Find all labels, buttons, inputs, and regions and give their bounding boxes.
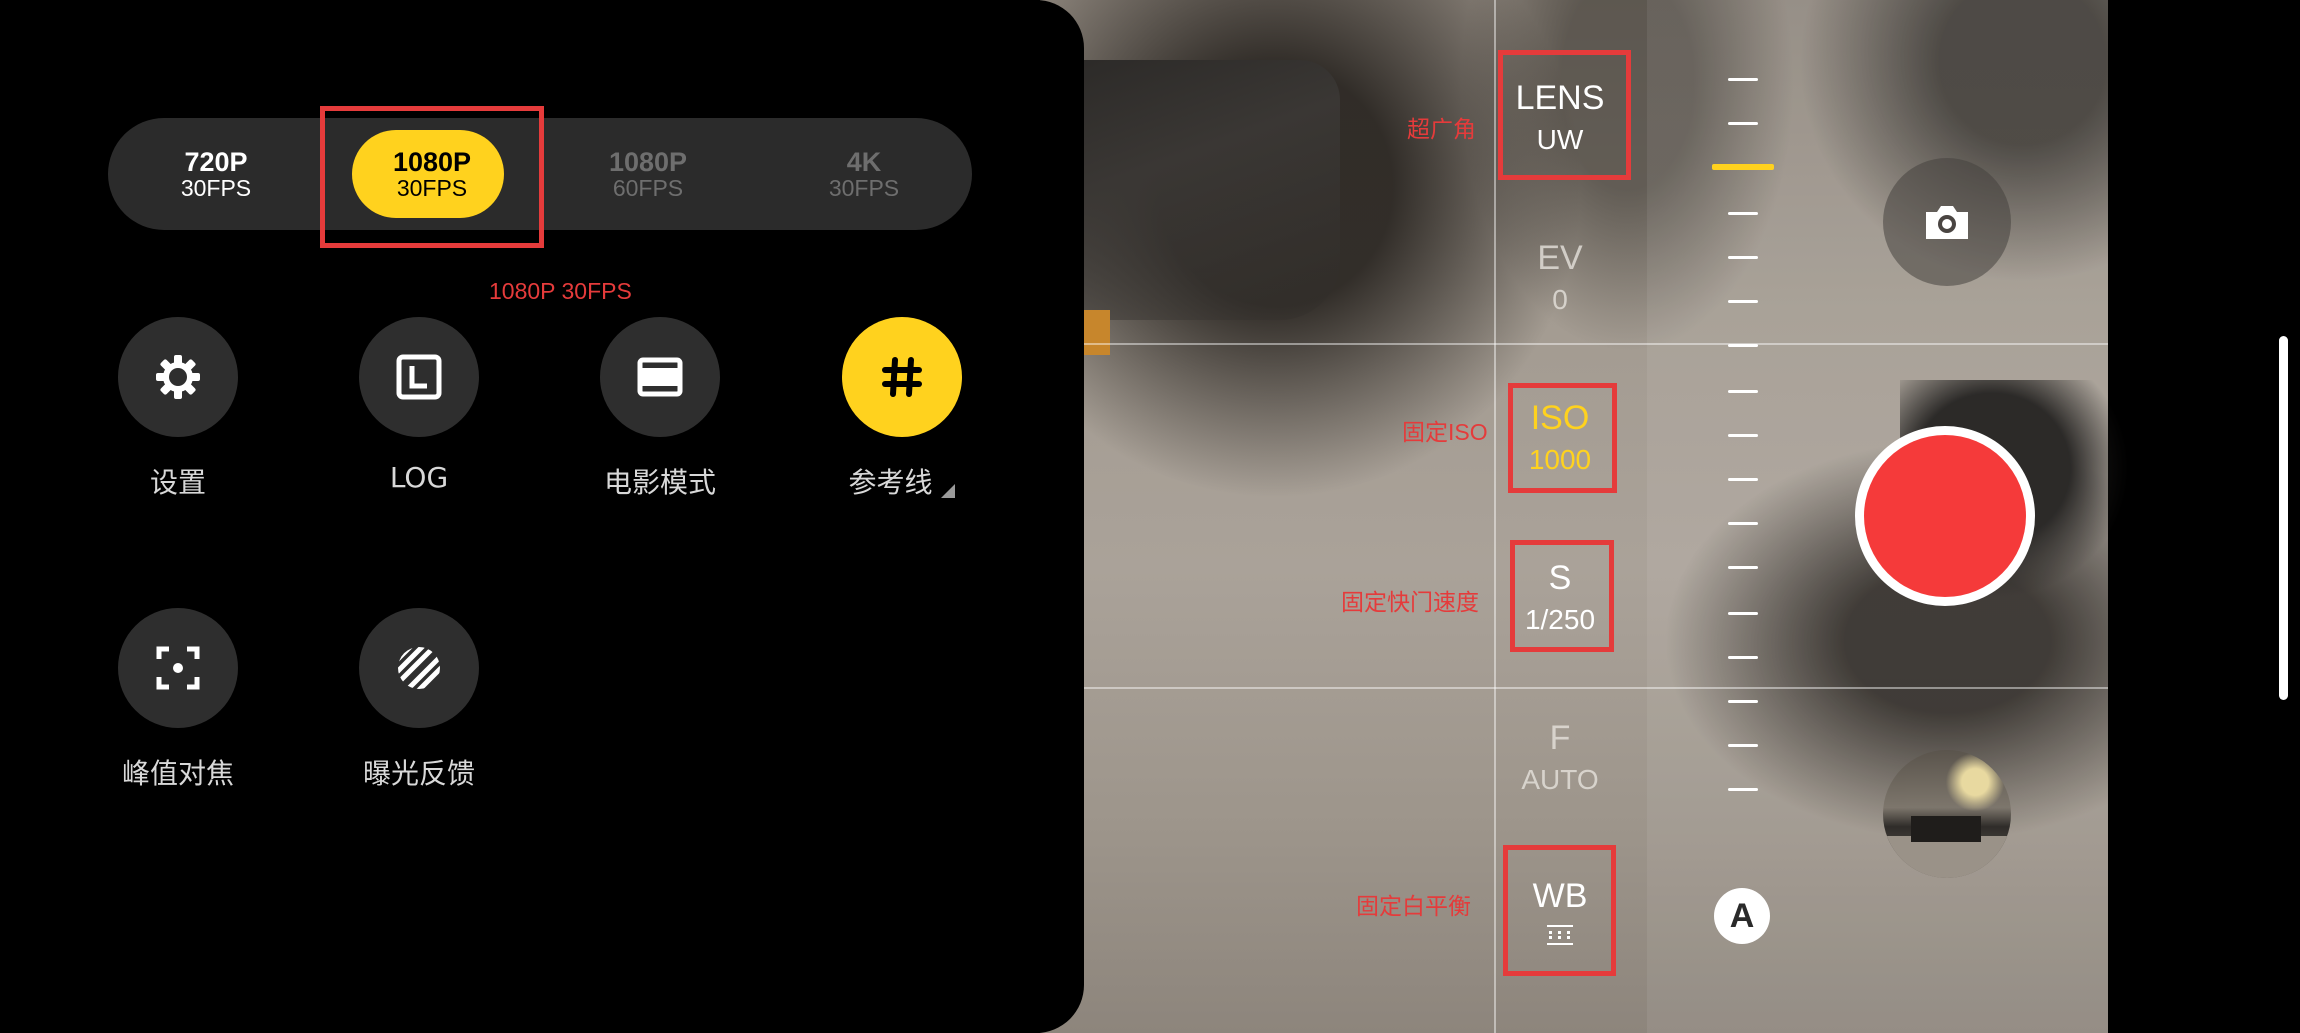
photo-mode-button[interactable] xyxy=(1883,158,2011,286)
resolution-label: 720P xyxy=(184,146,248,177)
dial-tick xyxy=(1728,612,1758,615)
cinema-icon xyxy=(600,317,720,437)
dial-tick-active xyxy=(1712,164,1774,170)
grid-icon xyxy=(842,317,962,437)
camera-icon xyxy=(1926,206,1968,239)
dial-tick xyxy=(1728,478,1758,481)
auto-icon: A xyxy=(1729,896,1755,935)
cinema-mode-label: 电影模式 xyxy=(603,466,716,499)
log-icon xyxy=(359,317,479,437)
fps-label: 30FPS xyxy=(180,175,252,202)
dial-tick xyxy=(1728,344,1758,347)
dial-tick xyxy=(1728,300,1758,303)
dial-tick xyxy=(1728,122,1758,125)
annotation-box xyxy=(320,106,544,248)
log-button[interactable]: LOG xyxy=(339,317,499,494)
record-icon xyxy=(1864,435,2026,597)
annotation-box xyxy=(1510,540,1614,652)
annotation-iso: 固定ISO xyxy=(1402,419,1488,445)
log-label: LOG xyxy=(389,461,449,494)
dial-tick xyxy=(1728,656,1758,659)
resolution-option-1080p-60[interactable]: 1080P 60FPS xyxy=(540,118,756,230)
grid-line-horizontal xyxy=(1040,687,2108,689)
auto-button[interactable]: A xyxy=(1714,888,1770,944)
dial-tick xyxy=(1728,390,1758,393)
dial-tick xyxy=(1728,212,1758,215)
annotation-box xyxy=(1503,845,1616,976)
resolution-label: 4K xyxy=(846,146,882,177)
resolution-label: 1080P xyxy=(608,146,688,177)
annotation-shutter: 固定快门速度 xyxy=(1341,589,1479,615)
resolution-option-4k-30[interactable]: 4K 30FPS xyxy=(756,118,972,230)
annotation-lens: 超广角 xyxy=(1407,116,1476,142)
zebra-icon xyxy=(359,608,479,728)
scrollbar[interactable] xyxy=(2279,336,2288,700)
submenu-corner-icon xyxy=(941,484,956,498)
resolution-option-720p-30[interactable]: 720P 30FPS xyxy=(108,118,324,230)
record-button[interactable] xyxy=(1855,426,2035,606)
fps-label: 30FPS xyxy=(828,175,900,202)
gridlines-button[interactable]: 参考线 xyxy=(822,317,982,501)
fps-label: 60FPS xyxy=(612,175,684,202)
annotation-box xyxy=(1508,383,1617,493)
gear-icon xyxy=(118,317,238,437)
focus-peaking-icon xyxy=(118,608,238,728)
dial-tick xyxy=(1728,700,1758,703)
focus-peaking-label: 峰值对焦 xyxy=(121,757,234,790)
aperture-key: F xyxy=(1549,719,1571,757)
annotation-box xyxy=(1498,50,1631,180)
ev-key: EV xyxy=(1537,239,1583,277)
cinema-mode-button[interactable]: 电影模式 xyxy=(580,317,740,501)
settings-button[interactable]: 设置 xyxy=(98,317,258,501)
dial-tick xyxy=(1728,434,1758,437)
gridlines-label-text: 参考线 xyxy=(848,466,933,499)
gridlines-label: 参考线 xyxy=(822,461,982,501)
thumbnail-floor xyxy=(1883,836,2011,878)
ev-param[interactable]: EV 0 xyxy=(1490,238,1630,318)
annotation-wb: 固定白平衡 xyxy=(1356,893,1471,919)
annotation-resolution: 1080P 30FPS xyxy=(489,278,632,304)
dial-tick xyxy=(1728,78,1758,81)
settings-panel: 720P 30FPS 1080P 30FPS 1080P 60FPS 4K 30… xyxy=(0,0,1084,1033)
exposure-feedback-label: 曝光反馈 xyxy=(362,757,475,790)
settings-label: 设置 xyxy=(149,466,206,499)
thumbnail-furniture xyxy=(1911,816,1981,842)
dial-tick xyxy=(1728,744,1758,747)
viewfinder-scene xyxy=(1040,60,1340,320)
ev-value: 0 xyxy=(1552,284,1568,315)
aperture-value: AUTO xyxy=(1521,764,1599,795)
dial-tick xyxy=(1728,566,1758,569)
aperture-param[interactable]: F AUTO xyxy=(1490,718,1630,798)
focus-peaking-button[interactable]: 峰值对焦 xyxy=(98,608,258,792)
exposure-feedback-button[interactable]: 曝光反馈 xyxy=(339,608,499,792)
dial-tick xyxy=(1728,256,1758,259)
dial-tick xyxy=(1728,522,1758,525)
dial-tick xyxy=(1728,788,1758,791)
gallery-thumbnail[interactable] xyxy=(1883,750,2011,878)
grid-line-horizontal xyxy=(1040,343,2108,345)
